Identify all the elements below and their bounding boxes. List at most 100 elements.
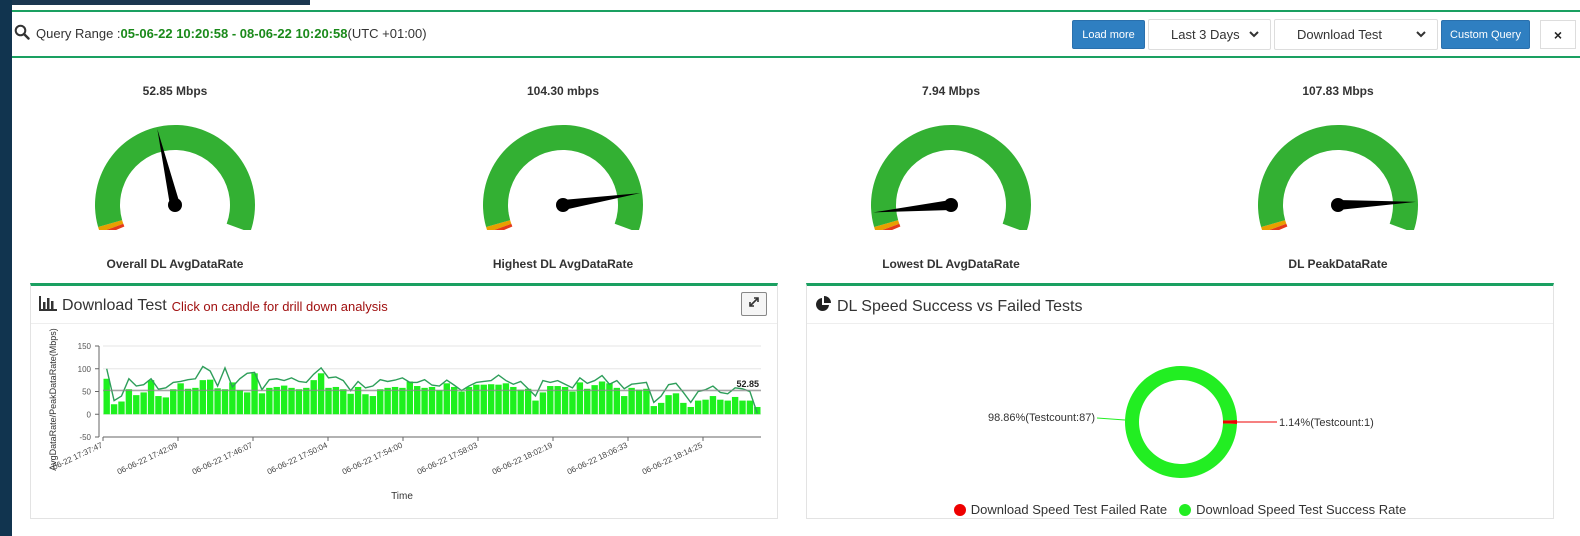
data-bar [495, 384, 502, 415]
data-bar [635, 389, 643, 415]
gauge-pivot [944, 198, 958, 212]
custom-query-button[interactable]: Custom Query [1441, 20, 1530, 49]
gauge-dial [95, 125, 255, 230]
expand-icon [747, 295, 761, 314]
top-nav-strip [12, 0, 310, 5]
gauge-dial [871, 125, 1031, 230]
data-bar [643, 388, 650, 415]
test-type-select[interactable]: Download Test [1274, 19, 1438, 50]
data-bar [266, 387, 273, 415]
x-tick-label: 06-06-22 17:54:00 [341, 440, 405, 476]
data-bar [170, 389, 177, 415]
y-tick-label: 150 [78, 342, 92, 351]
data-bar [118, 401, 125, 415]
data-bar [214, 388, 221, 415]
x-tick-label: 06-06-22 18:06:33 [566, 440, 630, 476]
y-tick-label: 0 [87, 410, 92, 419]
x-axis-title: Time [391, 491, 413, 502]
y-axis-title: AvgDataRate/PeakDataRate(Mbps) [48, 328, 58, 470]
time-range-select[interactable]: Last 3 Days [1148, 19, 1271, 50]
data-bar [258, 393, 266, 415]
legend-dot-failed [953, 503, 966, 516]
data-bar [487, 384, 495, 415]
data-label-success: 98.86%(Testcount:87) [988, 412, 1095, 424]
gauge-pivot [1331, 198, 1345, 212]
expand-button[interactable] [741, 292, 767, 316]
data-bar [702, 399, 709, 415]
x-tick-label: 06-06-22 17:42:09 [116, 440, 180, 476]
data-bar [340, 389, 347, 415]
x-tick-label: 06-06-22 18:02:19 [491, 440, 555, 476]
data-bar [443, 383, 450, 415]
data-bar [502, 383, 510, 415]
chevron-down-icon [1415, 28, 1427, 43]
panel-title: DL Speed Success vs Failed Tests [815, 296, 1082, 317]
data-bar [391, 386, 399, 415]
data-bar [110, 404, 118, 415]
data-bar [621, 396, 628, 415]
data-bar [147, 380, 155, 415]
data-bar [436, 390, 443, 415]
gauge-pivot [556, 198, 570, 212]
data-bar [687, 406, 694, 415]
query-timezone: (UTC +01:00) [347, 26, 427, 41]
data-bar [532, 400, 539, 415]
data-bar [510, 386, 517, 415]
chevron-down-icon [1248, 28, 1260, 43]
data-bar [428, 386, 436, 415]
gauge-label: Overall DL AvgDataRate [106, 257, 244, 271]
gauge-pivot [168, 198, 182, 212]
data-bar [665, 395, 672, 415]
panel-header: DL Speed Success vs Failed Tests [807, 286, 1553, 324]
search-icon [14, 24, 30, 45]
y-tick-label: 100 [78, 365, 92, 374]
legend-item-failed[interactable]: Download Speed Test Failed Rate [953, 502, 1167, 517]
x-tick-label: 06-06-22 17:46:07 [191, 440, 255, 476]
data-bar [694, 400, 702, 415]
data-bar [354, 386, 362, 415]
data-bar [739, 400, 746, 415]
data-bar [347, 393, 354, 415]
time-range-select-value: Last 3 Days [1171, 27, 1240, 42]
data-bar [746, 400, 754, 415]
y-tick-label: -50 [79, 433, 91, 442]
data-bar [295, 389, 303, 415]
legend-item-success[interactable]: Download Speed Test Success Rate [1179, 502, 1406, 517]
x-tick-label: 06-06-22 17:50:04 [266, 440, 330, 476]
gauge-dial [1258, 125, 1418, 230]
gauge-dial [483, 125, 643, 230]
query-range-label: Query Range : [36, 26, 121, 41]
test-type-select-value: Download Test [1297, 27, 1383, 42]
data-bar [177, 383, 184, 415]
success-failed-donut-chart: 1.14%(Testcount:1) 98.86%(Testcount:87) [988, 366, 1374, 478]
data-bar [406, 381, 414, 415]
data-bar [657, 402, 665, 415]
data-bar [288, 387, 295, 415]
data-bar [672, 393, 680, 415]
data-bar [362, 394, 369, 415]
data-bar [458, 391, 465, 415]
average-label: 52.85 [736, 379, 759, 389]
close-button[interactable]: × [1540, 20, 1576, 49]
left-sidebar-rail [0, 0, 12, 536]
pie-chart-icon [815, 296, 831, 317]
data-bar [221, 389, 229, 415]
donut-slice-success [1125, 366, 1237, 478]
y-tick-label: 50 [82, 388, 91, 397]
data-bar [303, 387, 310, 415]
gauge-label: Highest DL AvgDataRate [492, 257, 634, 271]
load-more-button[interactable]: Load more [1072, 20, 1145, 49]
data-bar [576, 382, 584, 415]
donut-legend: Download Speed Test Failed Rate Download… [807, 502, 1553, 517]
data-bar [598, 381, 606, 415]
gauge-value: 104.30 mbps [526, 84, 600, 98]
data-bar [613, 387, 621, 415]
legend-label-success: Download Speed Test Success Rate [1196, 502, 1407, 517]
data-bar [724, 400, 731, 415]
x-tick-label: 06-06-22 17:58:03 [416, 440, 480, 476]
dashboard-page: Query Range :05-06-22 10:20:58 - 08-06-2… [0, 0, 1580, 536]
data-bar [517, 389, 524, 415]
connector-success [1096, 417, 1126, 421]
data-bar [273, 386, 280, 415]
data-bar [317, 373, 325, 415]
